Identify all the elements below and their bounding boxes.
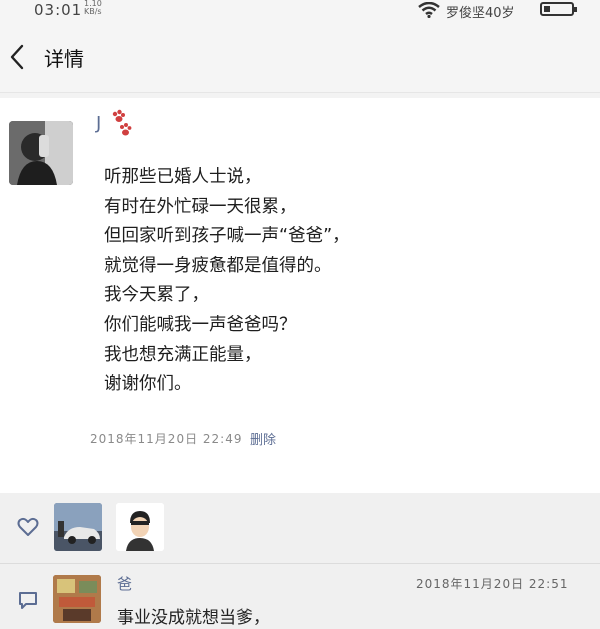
battery-icon: [540, 2, 577, 16]
post-line: 我也想充满正能量，: [104, 344, 262, 365]
liker-avatar[interactable]: [116, 503, 164, 551]
page-title: 详情: [44, 47, 84, 71]
comment-bubble-icon: [19, 592, 37, 609]
post-line: 你们能喊我一声爸爸吗？: [104, 314, 297, 335]
post-line: 但回家听到孩子喊一声“爸爸”，: [104, 226, 350, 247]
paw-print-icon: [112, 109, 132, 136]
post-line: 谢谢你们。: [104, 374, 192, 395]
likes-section: [0, 493, 600, 563]
delete-link[interactable]: 删除: [250, 429, 276, 448]
wifi-icon: [418, 2, 440, 18]
liker-avatar[interactable]: [54, 503, 102, 551]
nav-header: 详情: [0, 22, 600, 93]
author-avatar[interactable]: [9, 121, 73, 185]
post-line: 就觉得一身疲惫都是值得的。: [104, 255, 332, 276]
status-bar: 03:01 1.10 KB/s 罗俊坚40岁: [0, 0, 600, 22]
commenter-avatar[interactable]: [53, 575, 101, 623]
network-speed: 1.10 KB/s: [84, 0, 102, 16]
network-speed-unit: KB/s: [84, 7, 102, 16]
comment-text: 事业没成就想当爹，: [117, 608, 270, 628]
comment-timestamp: 2018年11月20日 22:51: [416, 577, 569, 591]
status-time: 03:01: [34, 1, 83, 19]
moment-post: J 听那些已婚人士说， 有时在外忙碌一天很累， 但回家听到孩子喊一声“爸爸”， …: [0, 98, 600, 493]
post-line: 我今天累了，: [104, 285, 209, 306]
post-line: 有时在外忙碌一天很累，: [104, 196, 297, 217]
post-content: 听那些已婚人士说， 有时在外忙碌一天很累， 但回家听到孩子喊一声“爸爸”， 就觉…: [104, 163, 574, 400]
comments-section: 爸 2018年11月20日 22:51 事业没成就想当爹，: [0, 564, 600, 629]
post-timestamp: 2018年11月20日 22:49: [90, 432, 243, 446]
comment-author[interactable]: 爸: [117, 573, 132, 594]
author-name[interactable]: J: [96, 113, 101, 134]
post-line: 听那些已婚人士说，: [104, 167, 262, 187]
heart-outline-icon: [17, 517, 39, 536]
carrier-name: 罗俊坚40岁: [446, 6, 515, 21]
back-arrow-icon[interactable]: [6, 42, 28, 72]
